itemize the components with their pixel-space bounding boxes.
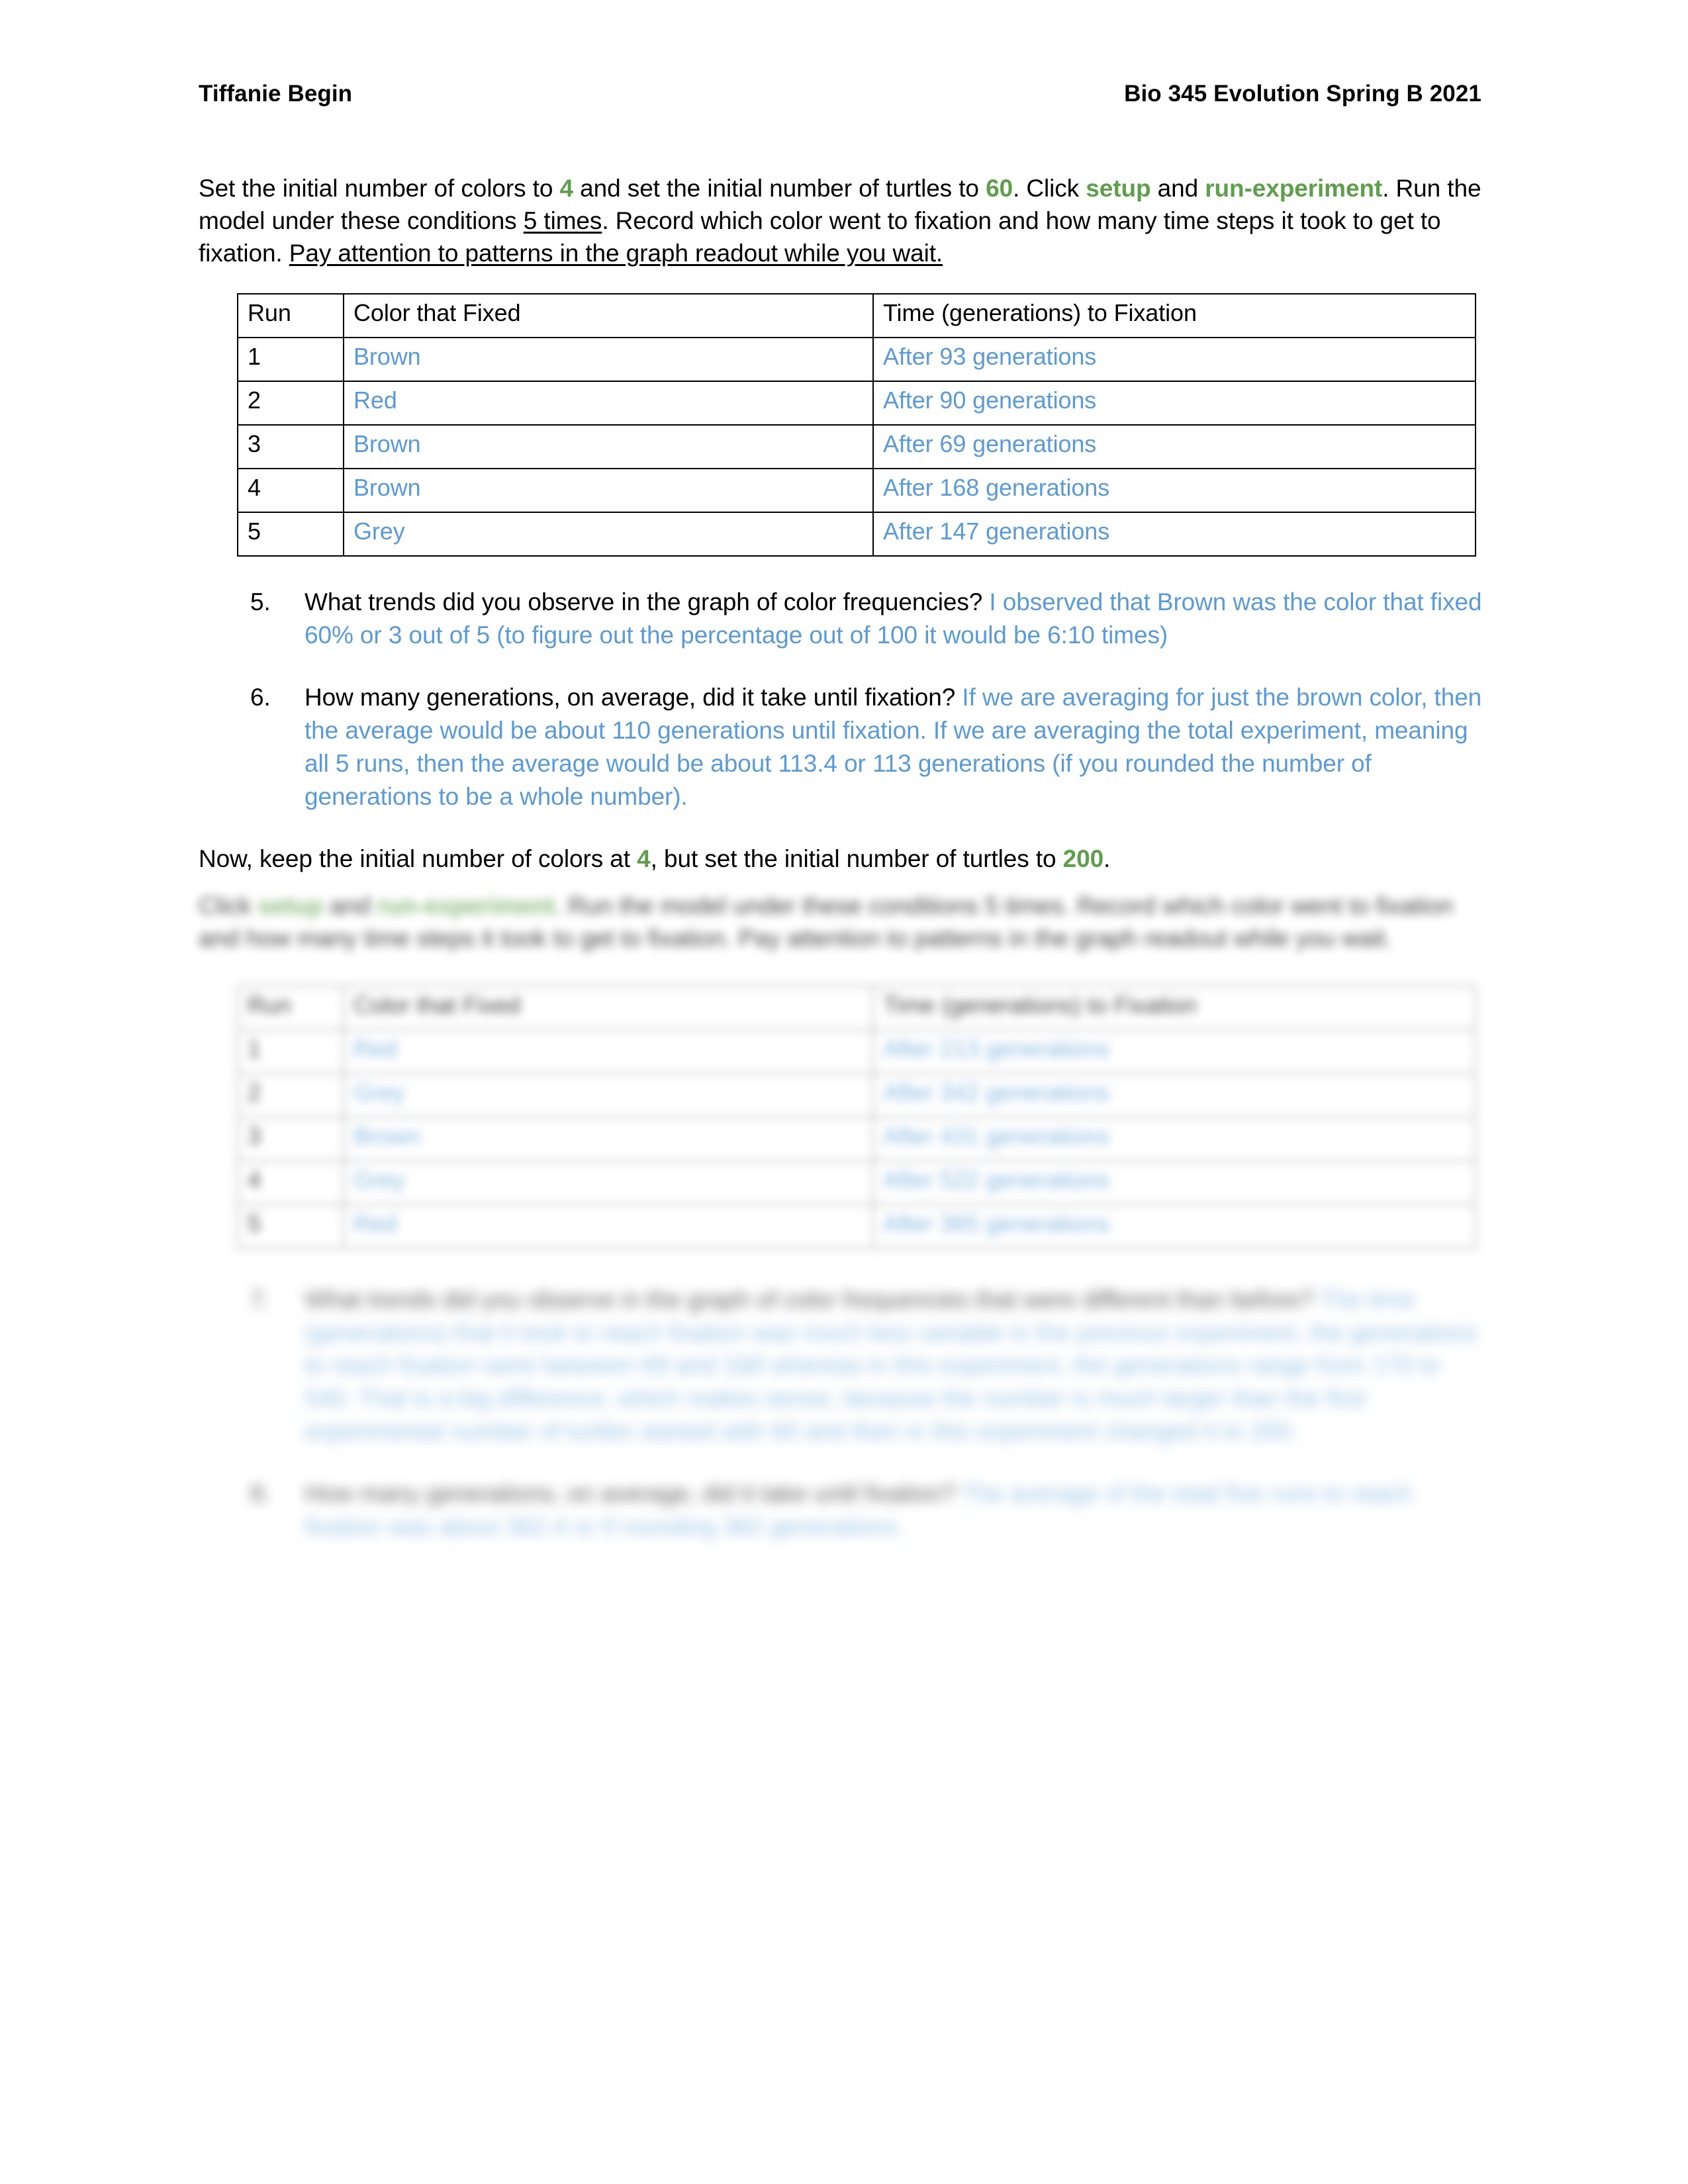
table-row: 2 Grey After 342 generations — [237, 1072, 1476, 1118]
run-number: 1 — [237, 1028, 344, 1074]
color-fixed: Red — [343, 1203, 874, 1249]
blurred-instruction-paragraph: Click setup and run-experiment. Run the … — [199, 889, 1483, 954]
header-time-fixation: Time (generations) to Fixation — [872, 985, 1476, 1030]
blurred-question-list: 7. What trends did you observe in the gra… — [199, 1283, 1483, 1544]
blurred-lower-section: Click setup and run-experiment. Run the … — [199, 889, 1483, 1543]
second-turtles-value: 200 — [1062, 844, 1104, 872]
table-header-row: Run Color that Fixed Time (generations) … — [237, 985, 1476, 1030]
second-seg1: Now, keep the initial number of colors a… — [199, 844, 637, 872]
question-item-8: 8. How many generations, on average, did … — [199, 1477, 1483, 1543]
initial-turtles-value: 60 — [986, 174, 1013, 202]
color-fixed: Red — [343, 381, 874, 426]
results-table-1: Run Color that Fixed Time (generations) … — [237, 293, 1476, 557]
color-fixed: Brown — [343, 337, 874, 383]
table-row: 1 Brown After 93 generations — [237, 337, 1476, 383]
run-number: 2 — [237, 381, 344, 426]
color-fixed: Grey — [343, 512, 874, 557]
run-number: 3 — [237, 424, 344, 470]
results-table-2: Run Color that Fixed Time (generations) … — [237, 985, 1476, 1249]
time-to-fixation: After 93 generations — [872, 337, 1476, 383]
blurred-run-experiment-label: run-experiment — [377, 892, 555, 920]
table-row: 2 Red After 90 generations — [237, 381, 1476, 426]
color-fixed: Grey — [343, 1072, 874, 1118]
header-run: Run — [237, 985, 344, 1030]
question-prompt: How many generations, on average, did it… — [305, 684, 962, 711]
question-list: 5. What trends did you observe in the gra… — [199, 586, 1483, 813]
time-to-fixation: After 69 generations — [872, 424, 1476, 470]
question-prompt: What trends did you observe in the graph… — [305, 588, 990, 616]
run-number: 4 — [237, 1160, 344, 1205]
intro-seg3: . Click — [1013, 174, 1086, 202]
color-fixed: Red — [343, 1028, 874, 1074]
run-number: 5 — [237, 1203, 344, 1249]
header-run: Run — [237, 293, 344, 339]
intro-seg2: and set the initial number of turtles to — [573, 174, 986, 202]
run-number: 4 — [237, 468, 344, 514]
blurred-setup-label: setup — [258, 892, 324, 920]
color-fixed: Brown — [343, 468, 874, 514]
color-fixed: Brown — [343, 424, 874, 470]
color-fixed: Brown — [343, 1116, 874, 1161]
document-page: Tiffanie Begin Bio 345 Evolution Spring … — [0, 0, 1688, 2184]
intro-seg4: and — [1150, 174, 1205, 202]
second-colors-value: 4 — [637, 844, 651, 872]
intro-seg1: Set the initial number of colors to — [199, 174, 560, 202]
table-row: 1 Red After 213 generations — [237, 1028, 1476, 1074]
question-number: 6. — [250, 684, 271, 711]
second-instruction-paragraph: Now, keep the initial number of colors a… — [199, 842, 1483, 875]
run-experiment-button-label: run-experiment — [1205, 174, 1383, 202]
author-name: Tiffanie Begin — [199, 81, 353, 107]
question-number: 7. — [250, 1285, 271, 1313]
question-number: 5. — [250, 588, 271, 616]
course-title: Bio 345 Evolution Spring B 2021 — [1124, 81, 1481, 107]
question-item-7: 7. What trends did you observe in the gra… — [199, 1283, 1483, 1449]
run-number: 5 — [237, 512, 344, 557]
pay-attention-emphasis: Pay attention to patterns in the graph r… — [289, 240, 943, 267]
initial-colors-value: 4 — [559, 174, 574, 202]
question-item-6: 6. How many generations, on average, did … — [199, 681, 1483, 813]
question-item-5: 5. What trends did you observe in the gra… — [199, 586, 1483, 652]
question-prompt: How many generations, on average, did it… — [305, 1480, 962, 1508]
header-color-fixed: Color that Fixed — [343, 293, 874, 339]
question-number: 8. — [250, 1480, 271, 1508]
color-fixed: Grey — [343, 1160, 874, 1205]
second-seg2: , but set the initial number of turtles … — [650, 844, 1063, 872]
table-row: 3 Brown After 69 generations — [237, 424, 1476, 470]
header-color-fixed: Color that Fixed — [343, 985, 874, 1030]
run-number: 2 — [237, 1072, 344, 1118]
blurred-seg1: Click — [199, 892, 258, 920]
run-number: 3 — [237, 1116, 344, 1161]
table-row: 4 Brown After 168 generations — [237, 468, 1476, 514]
time-to-fixation: After 522 generations — [872, 1160, 1476, 1205]
table-row: 5 Red After 365 generations — [237, 1203, 1476, 1249]
time-to-fixation: After 213 generations — [872, 1028, 1476, 1074]
time-to-fixation: After 431 generations — [872, 1116, 1476, 1161]
table-row: 3 Brown After 431 generations — [237, 1116, 1476, 1161]
time-to-fixation: After 90 generations — [872, 381, 1476, 426]
page-content: Tiffanie Begin Bio 345 Evolution Spring … — [199, 79, 1483, 1572]
table-row: 5 Grey After 147 generations — [237, 512, 1476, 557]
time-to-fixation: After 342 generations — [872, 1072, 1476, 1118]
run-number: 1 — [237, 337, 344, 383]
blurred-seg2: and — [323, 892, 377, 920]
time-to-fixation: After 168 generations — [872, 468, 1476, 514]
table-row: 4 Grey After 522 generations — [237, 1160, 1476, 1205]
time-to-fixation: After 365 generations — [872, 1203, 1476, 1249]
question-prompt: What trends did you observe in the graph… — [305, 1285, 1320, 1313]
document-header: Tiffanie Begin Bio 345 Evolution Spring … — [199, 79, 1483, 109]
intro-paragraph: Set the initial number of colors to 4 an… — [199, 172, 1483, 270]
header-time-fixation: Time (generations) to Fixation — [872, 293, 1476, 339]
time-to-fixation: After 147 generations — [872, 512, 1476, 557]
setup-button-label: setup — [1086, 174, 1151, 202]
second-seg3: . — [1103, 844, 1111, 872]
table-header-row: Run Color that Fixed Time (generations) … — [237, 293, 1476, 339]
five-times-emphasis: 5 times — [523, 206, 602, 234]
